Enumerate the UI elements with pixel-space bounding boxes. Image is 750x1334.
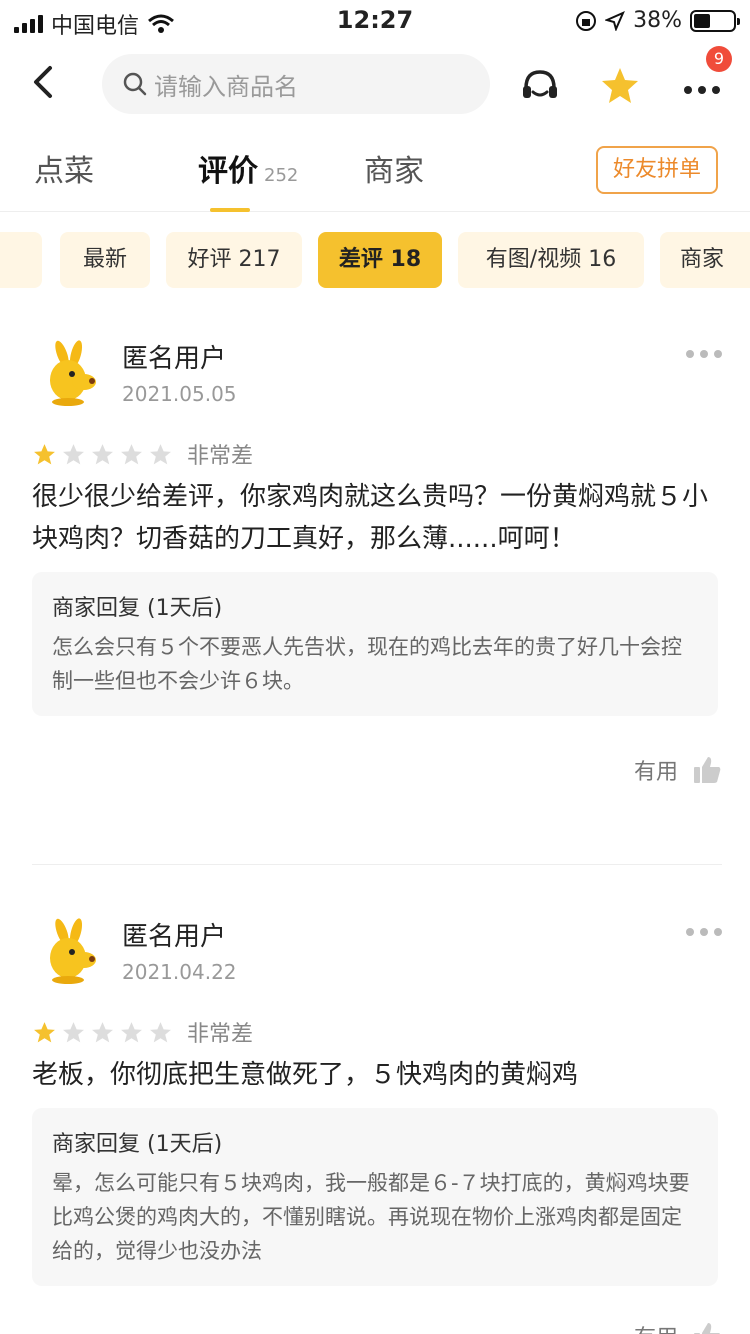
star-empty-icon: [63, 443, 84, 464]
back-icon[interactable]: [26, 62, 66, 102]
tab-reviews-label: 评价: [198, 154, 258, 189]
thumbs-up-icon: [694, 1323, 721, 1334]
useful-label: 有用: [634, 1320, 678, 1334]
username: 匿名用户: [122, 344, 227, 374]
more-options-icon[interactable]: [686, 350, 722, 358]
kangaroo-avatar-icon: [50, 340, 96, 406]
review-divider: [32, 864, 722, 865]
search-placeholder: 请输入商品名: [154, 72, 298, 101]
kangaroo-avatar-icon: [50, 918, 96, 984]
star-filled-icon: [34, 1021, 55, 1042]
review-card: 匿名用户 2021.05.05 非常差 很少很少给差评，你家鸡肉就这么贵吗？一份…: [32, 336, 722, 806]
filter-chip-merchant[interactable]: 商家: [660, 232, 750, 288]
notification-badge: 9: [706, 46, 732, 72]
search-icon: [123, 72, 147, 96]
tab-reviews[interactable]: 评价 252: [198, 146, 298, 190]
filter-chip-negative[interactable]: 差评 18: [318, 232, 442, 288]
group-order-button[interactable]: 好友拼单: [596, 146, 718, 194]
lock-rotation-icon: [576, 10, 597, 31]
search-input[interactable]: 请输入商品名: [102, 54, 490, 114]
star-empty-icon: [63, 1021, 84, 1042]
filter-chip-latest[interactable]: 最新: [60, 232, 150, 288]
nav-bar: 请输入商品名 9: [0, 44, 750, 128]
star-filled-icon: [34, 443, 55, 464]
review-content: 很少很少给差评，你家鸡肉就这么贵吗？一份黄焖鸡就５小块鸡肉？切香菇的刀工真好，那…: [32, 482, 709, 554]
star-empty-icon: [121, 443, 142, 464]
username: 匿名用户: [122, 922, 227, 952]
rating-text: 非常差: [187, 444, 254, 469]
review-card: 匿名用户 2021.04.22 非常差 老板，你彻底把生意做死了，５快鸡肉的黄焖…: [32, 914, 722, 1334]
avatar[interactable]: [32, 336, 104, 408]
rating-row: 非常差: [32, 438, 253, 470]
merchant-reply: 商家回复 (1天后) 晕，怎么可能只有５块鸡肉，我一般都是６-７块打底的，黄焖鸡…: [32, 1108, 718, 1286]
more-options-icon[interactable]: [686, 928, 722, 936]
reply-text: 怎么会只有５个不要恶人先告状，现在的鸡比去年的贵了好几十会控制一些但也不会少许６…: [52, 635, 682, 693]
battery-icon: [690, 9, 740, 32]
star-empty-icon: [121, 1021, 142, 1042]
reply-title: 商家回复 (1天后): [52, 1132, 223, 1157]
star-empty-icon: [92, 443, 113, 464]
filter-bar: 最新 好评 217 差评 18 有图/视频 16 商家: [0, 232, 750, 290]
reply-text: 晕，怎么可能只有５块鸡肉，我一般都是６-７块打底的，黄焖鸡块要比鸡公煲的鸡肉大的…: [52, 1171, 690, 1263]
reply-title: 商家回复 (1天后): [52, 596, 223, 621]
star-rating: [32, 1020, 173, 1045]
review-date: 2021.05.05: [122, 382, 237, 406]
thumbs-up-icon: [694, 757, 721, 783]
customer-service-icon[interactable]: [518, 64, 562, 108]
review-date: 2021.04.22: [122, 960, 237, 984]
tab-menu[interactable]: 点菜: [34, 146, 94, 190]
star-icon[interactable]: [598, 64, 642, 108]
filter-chip-media[interactable]: 有图/视频 16: [458, 232, 644, 288]
tab-merchant[interactable]: 商家: [364, 146, 424, 190]
location-icon: [605, 10, 626, 31]
useful-button[interactable]: 有用: [634, 754, 722, 786]
rating-text: 非常差: [187, 1022, 254, 1047]
star-rating: [32, 442, 173, 467]
useful-label: 有用: [633, 760, 678, 785]
status-right: 38%: [575, 8, 740, 33]
star-empty-icon: [150, 1021, 171, 1042]
battery-percent: 38%: [633, 8, 682, 33]
star-empty-icon: [150, 443, 171, 464]
star-empty-icon: [92, 1021, 113, 1042]
filter-chip-partial[interactable]: [0, 232, 42, 288]
rating-row: 非常差: [32, 1016, 253, 1048]
review-count: 252: [264, 165, 299, 186]
tab-indicator: [210, 208, 250, 212]
status-bar: 中国电信 12:27 38%: [0, 0, 750, 44]
merchant-reply: 商家回复 (1天后) 怎么会只有５个不要恶人先告状，现在的鸡比去年的贵了好几十会…: [32, 572, 718, 716]
tab-bar: 点菜 评价 252 商家 好友拼单: [0, 128, 750, 212]
review-content: 老板，你彻底把生意做死了，５快鸡肉的黄焖鸡: [32, 1060, 579, 1090]
avatar[interactable]: [32, 914, 104, 986]
filter-chip-positive[interactable]: 好评 217: [166, 232, 302, 288]
useful-button[interactable]: 有用: [634, 1320, 722, 1334]
